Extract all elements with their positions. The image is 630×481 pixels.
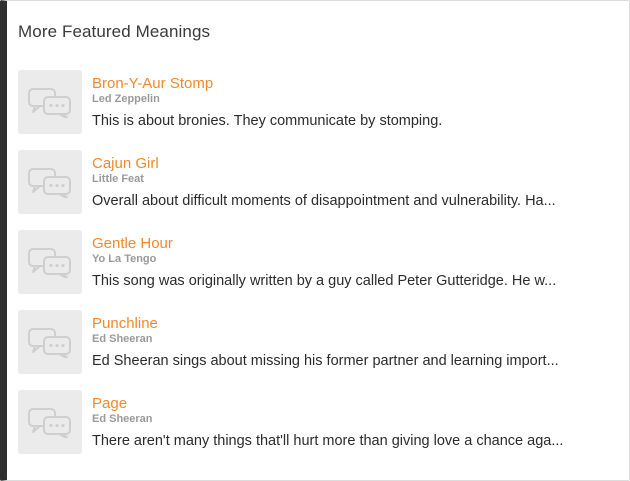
song-thumbnail[interactable] — [18, 310, 82, 374]
song-thumbnail[interactable] — [18, 390, 82, 454]
speech-bubbles-icon — [28, 408, 71, 438]
speech-bubbles-icon — [28, 248, 71, 278]
artist-name: Ed Sheeran — [92, 333, 153, 345]
song-title-link[interactable]: Page — [92, 395, 127, 412]
meaning-excerpt: Ed Sheeran sings about missing his forme… — [92, 353, 559, 369]
song-title-link[interactable]: Gentle Hour — [92, 235, 173, 252]
artist-name: Led Zeppelin — [92, 93, 160, 105]
list-item[interactable]: Cajun Girl Little Feat Overall about dif… — [18, 150, 618, 230]
speech-bubbles-icon — [28, 88, 71, 118]
list-item[interactable]: Punchline Ed Sheeran Ed Sheeran sings ab… — [18, 310, 618, 390]
list-item[interactable]: Gentle Hour Yo La Tengo This song was or… — [18, 230, 618, 310]
speech-bubbles-icon — [28, 328, 71, 358]
song-title-link[interactable]: Bron-Y-Aur Stomp — [92, 75, 213, 92]
list-item[interactable]: Bron-Y-Aur Stomp Led Zeppelin This is ab… — [18, 70, 618, 150]
artist-name: Ed Sheeran — [92, 413, 153, 425]
song-thumbnail[interactable] — [18, 150, 82, 214]
artist-name: Yo La Tengo — [92, 253, 157, 265]
featured-meanings-panel: More Featured Meanings Bron-Y-Aur Stomp … — [0, 0, 630, 481]
meaning-excerpt: There aren't many things that'll hurt mo… — [92, 433, 564, 449]
featured-meanings-list: Bron-Y-Aur Stomp Led Zeppelin This is ab… — [18, 70, 618, 470]
meaning-excerpt: This is about bronies. They communicate … — [92, 113, 443, 129]
meaning-excerpt: Overall about difficult moments of disap… — [92, 193, 556, 209]
speech-bubbles-icon — [28, 168, 71, 198]
list-item[interactable]: Page Ed Sheeran There aren't many things… — [18, 390, 618, 470]
section-heading: More Featured Meanings — [18, 22, 211, 41]
song-title-link[interactable]: Cajun Girl — [92, 155, 159, 172]
song-title-link[interactable]: Punchline — [92, 315, 158, 332]
artist-name: Little Feat — [92, 173, 144, 185]
song-thumbnail[interactable] — [18, 70, 82, 134]
meaning-excerpt: This song was originally written by a gu… — [92, 273, 557, 289]
song-thumbnail[interactable] — [18, 230, 82, 294]
